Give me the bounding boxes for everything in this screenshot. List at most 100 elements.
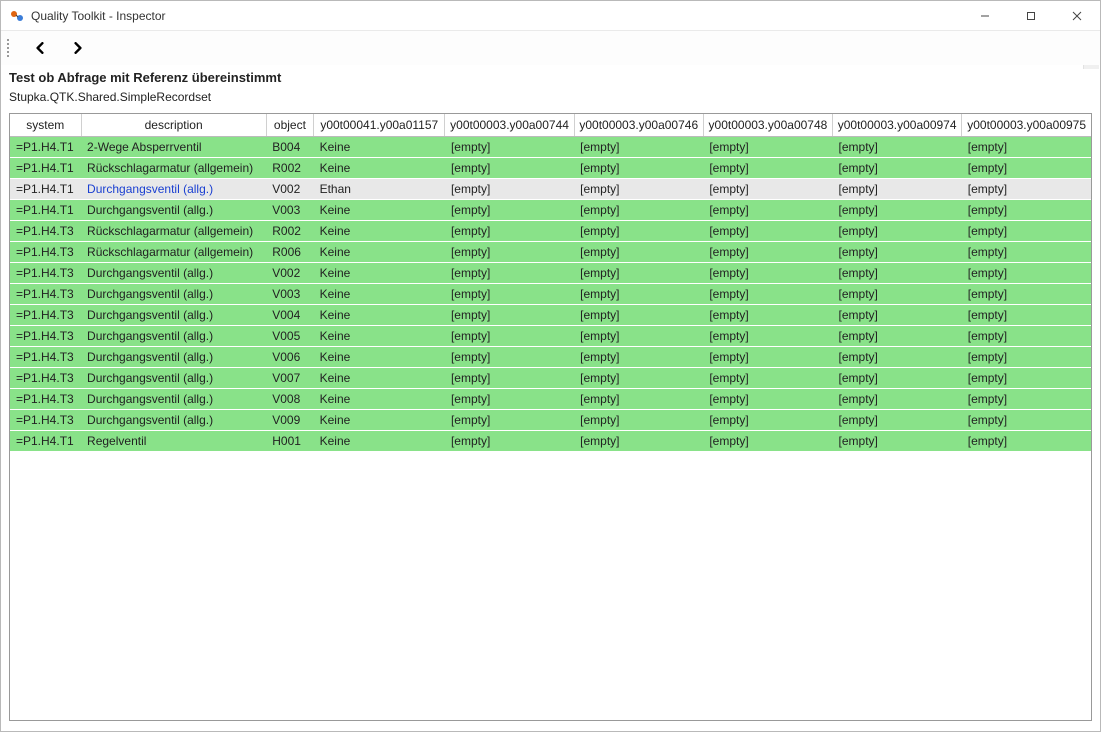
- table-cell: [empty]: [445, 137, 574, 158]
- table-row[interactable]: =P1.H4.T3Rückschlagarmatur (allgemein)R0…: [10, 221, 1091, 242]
- table-row[interactable]: =P1.H4.T3Rückschlagarmatur (allgemein)R0…: [10, 242, 1091, 263]
- app-icon: [9, 8, 25, 24]
- table-cell: =P1.H4.T3: [10, 263, 81, 284]
- table-row[interactable]: =P1.H4.T12-Wege AbsperrventilB004Keine[e…: [10, 137, 1091, 158]
- back-button[interactable]: [31, 39, 49, 57]
- column-header[interactable]: y00t00041.y00a01157: [314, 114, 445, 137]
- table-cell: [empty]: [833, 284, 962, 305]
- close-button[interactable]: [1054, 1, 1100, 30]
- table-cell: [empty]: [703, 431, 832, 452]
- table-cell: [empty]: [574, 347, 703, 368]
- table-cell: [empty]: [962, 389, 1091, 410]
- table-cell: Keine: [314, 347, 445, 368]
- table-cell: [empty]: [574, 284, 703, 305]
- table-cell: Keine: [314, 158, 445, 179]
- table-cell: =P1.H4.T3: [10, 305, 81, 326]
- navigation-group: [17, 35, 101, 61]
- table-cell: [empty]: [703, 368, 832, 389]
- table-cell: [empty]: [445, 200, 574, 221]
- table-cell: [empty]: [703, 179, 832, 200]
- table-cell: Durchgangsventil (allg.): [81, 389, 266, 410]
- table-cell: [empty]: [962, 179, 1091, 200]
- table-cell: [empty]: [833, 389, 962, 410]
- table-cell: [empty]: [445, 326, 574, 347]
- table-cell: Rückschlagarmatur (allgemein): [81, 158, 266, 179]
- table-cell: Ethan: [314, 179, 445, 200]
- table-row[interactable]: =P1.H4.T1Rückschlagarmatur (allgemein)R0…: [10, 158, 1091, 179]
- table-cell: =P1.H4.T3: [10, 389, 81, 410]
- column-header[interactable]: y00t00003.y00a00974: [833, 114, 962, 137]
- table-cell: [empty]: [445, 179, 574, 200]
- table-cell: =P1.H4.T3: [10, 221, 81, 242]
- table-row[interactable]: =P1.H4.T3Durchgangsventil (allg.)V006Kei…: [10, 347, 1091, 368]
- table-row[interactable]: =P1.H4.T3Durchgangsventil (allg.)V003Kei…: [10, 284, 1091, 305]
- table-cell: V003: [266, 284, 313, 305]
- table-cell: Keine: [314, 368, 445, 389]
- table-cell: V005: [266, 326, 313, 347]
- table-cell: V003: [266, 200, 313, 221]
- table-row[interactable]: =P1.H4.T1RegelventilH001Keine[empty][emp…: [10, 431, 1091, 452]
- column-header[interactable]: system: [10, 114, 81, 137]
- results-table[interactable]: systemdescriptionobjecty00t00041.y00a011…: [10, 114, 1091, 452]
- table-cell: [empty]: [962, 326, 1091, 347]
- window-controls: [962, 1, 1100, 30]
- table-cell: [empty]: [833, 221, 962, 242]
- table-cell: Keine: [314, 410, 445, 431]
- table-cell: Keine: [314, 305, 445, 326]
- table-cell: [empty]: [574, 242, 703, 263]
- table-cell: [empty]: [833, 158, 962, 179]
- table-cell: [empty]: [445, 284, 574, 305]
- table-cell: =P1.H4.T3: [10, 242, 81, 263]
- table-cell: [empty]: [833, 410, 962, 431]
- table-row[interactable]: =P1.H4.T3Durchgangsventil (allg.)V004Kei…: [10, 305, 1091, 326]
- table-row[interactable]: =P1.H4.T1Durchgangsventil (allg.)V002Eth…: [10, 179, 1091, 200]
- column-header[interactable]: object: [266, 114, 313, 137]
- table-cell: =P1.H4.T3: [10, 326, 81, 347]
- minimize-button[interactable]: [962, 1, 1008, 30]
- table-cell: Keine: [314, 326, 445, 347]
- table-cell: [empty]: [962, 410, 1091, 431]
- table-cell: [empty]: [703, 242, 832, 263]
- table-row[interactable]: =P1.H4.T3Durchgangsventil (allg.)V008Kei…: [10, 389, 1091, 410]
- table-cell: [empty]: [574, 368, 703, 389]
- table-cell: Durchgangsventil (allg.): [81, 410, 266, 431]
- table-cell: =P1.H4.T1: [10, 179, 81, 200]
- column-header[interactable]: y00t00003.y00a00975: [962, 114, 1091, 137]
- table-row[interactable]: =P1.H4.T3Durchgangsventil (allg.)V007Kei…: [10, 368, 1091, 389]
- table-cell: [empty]: [833, 263, 962, 284]
- maximize-button[interactable]: [1008, 1, 1054, 30]
- table-cell: =P1.H4.T1: [10, 158, 81, 179]
- table-cell: [empty]: [703, 263, 832, 284]
- table-row[interactable]: =P1.H4.T3Durchgangsventil (allg.)V002Kei…: [10, 263, 1091, 284]
- column-header[interactable]: description: [81, 114, 266, 137]
- table-cell: [empty]: [833, 179, 962, 200]
- table-cell: [empty]: [445, 431, 574, 452]
- column-header[interactable]: y00t00003.y00a00748: [703, 114, 832, 137]
- table-row[interactable]: =P1.H4.T3Durchgangsventil (allg.)V005Kei…: [10, 326, 1091, 347]
- table-cell: [empty]: [833, 326, 962, 347]
- table-cell: [empty]: [833, 137, 962, 158]
- forward-button[interactable]: [69, 39, 87, 57]
- table-cell: H001: [266, 431, 313, 452]
- column-header[interactable]: y00t00003.y00a00744: [445, 114, 574, 137]
- table-empty-area: [10, 452, 1091, 720]
- column-header[interactable]: y00t00003.y00a00746: [574, 114, 703, 137]
- table-cell: [empty]: [574, 305, 703, 326]
- table-cell: [empty]: [703, 137, 832, 158]
- table-cell: V006: [266, 347, 313, 368]
- table-cell: [empty]: [703, 410, 832, 431]
- table-cell: [empty]: [445, 158, 574, 179]
- table-cell: [empty]: [445, 263, 574, 284]
- table-cell: [empty]: [703, 284, 832, 305]
- table-cell: V007: [266, 368, 313, 389]
- table-cell: V002: [266, 179, 313, 200]
- table-cell: [empty]: [574, 137, 703, 158]
- table-cell: [empty]: [962, 284, 1091, 305]
- table-row[interactable]: =P1.H4.T3Durchgangsventil (allg.)V009Kei…: [10, 410, 1091, 431]
- table-cell: Keine: [314, 242, 445, 263]
- table-row[interactable]: =P1.H4.T1Durchgangsventil (allg.)V003Kei…: [10, 200, 1091, 221]
- table-cell: =P1.H4.T3: [10, 410, 81, 431]
- table-cell: Keine: [314, 431, 445, 452]
- table-cell: V002: [266, 263, 313, 284]
- toolbar-grip-icon[interactable]: [7, 36, 13, 60]
